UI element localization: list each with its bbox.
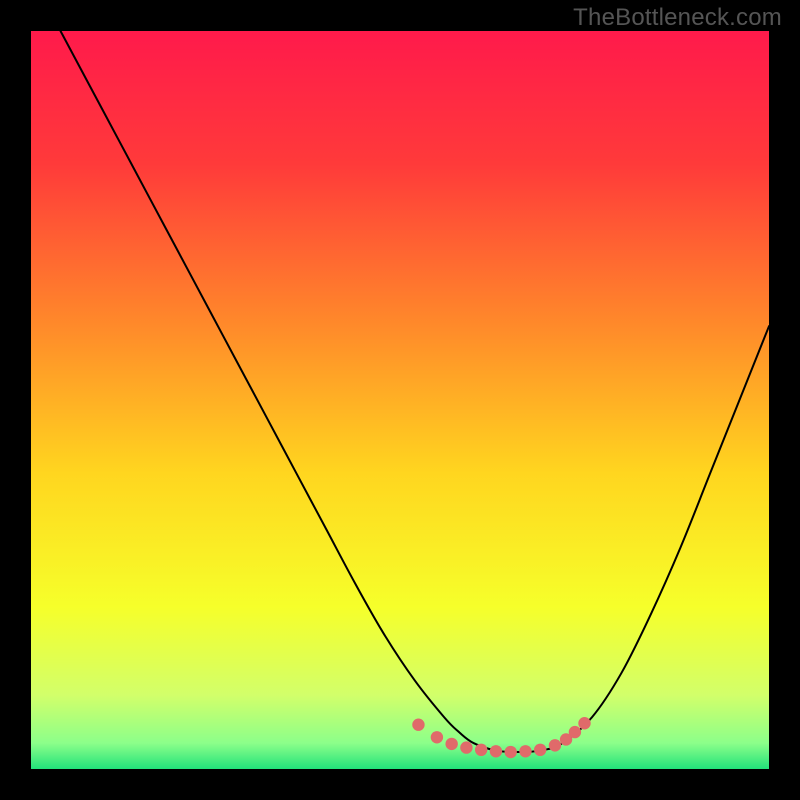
highlight-dot <box>549 739 561 751</box>
highlight-dot <box>569 726 581 738</box>
highlight-dot <box>519 745 531 757</box>
chart-svg <box>31 31 769 769</box>
highlight-dot <box>475 744 487 756</box>
highlight-dot <box>412 719 424 731</box>
highlight-dot <box>431 731 443 743</box>
watermark-text: TheBottleneck.com <box>573 4 782 32</box>
highlight-dot <box>534 744 546 756</box>
chart-frame: TheBottleneck.com <box>0 0 800 800</box>
highlight-dot <box>460 741 472 753</box>
plot-area <box>31 31 769 769</box>
highlight-dot <box>505 746 517 758</box>
highlight-dot <box>578 717 590 729</box>
highlight-dot <box>445 738 457 750</box>
highlight-dot <box>490 745 502 757</box>
